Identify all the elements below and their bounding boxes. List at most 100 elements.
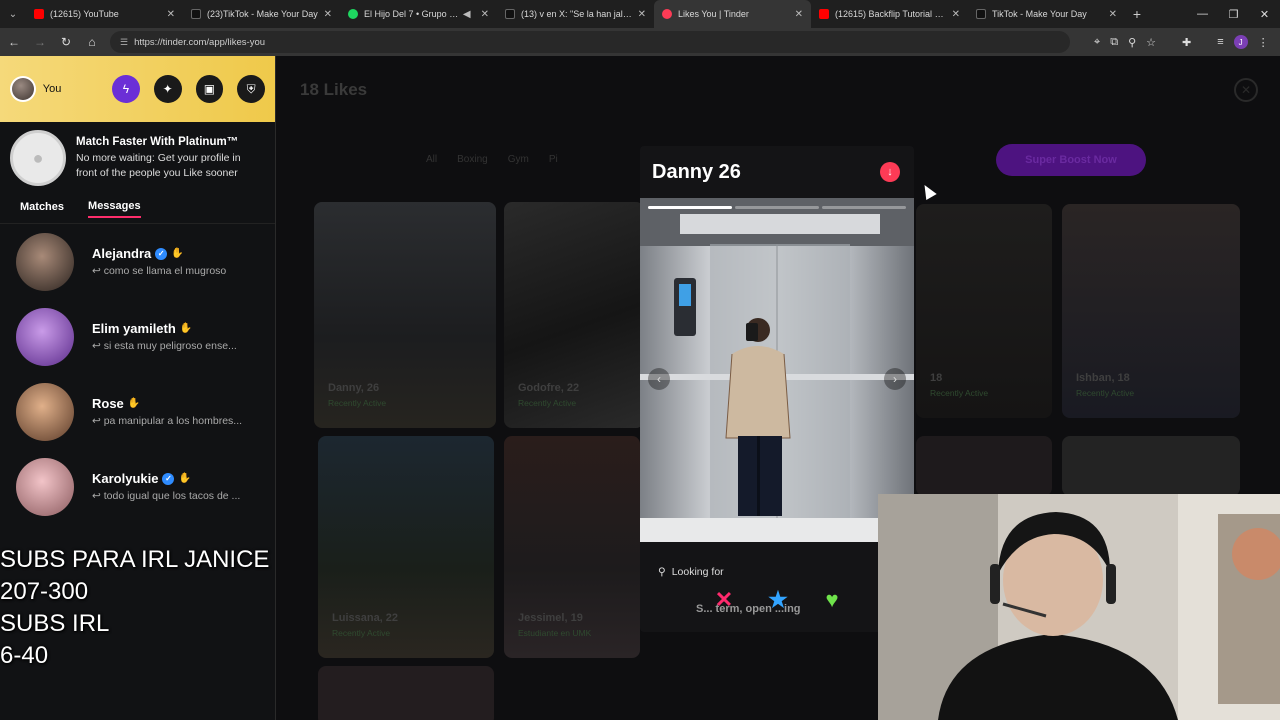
site-info-icon[interactable]: ☰	[120, 37, 128, 48]
card-status: Recently Active	[518, 398, 577, 408]
profile-avatar[interactable]: J	[1233, 35, 1248, 49]
forward-arrow-icon[interactable]: →	[28, 30, 52, 54]
card-caption: Jessimel, 19	[518, 612, 583, 624]
browser-tab[interactable]: (23)TikTok - Make Your Day ✕	[183, 0, 340, 28]
browser-tab[interactable]: TikTok - Make Your Day ✕	[968, 0, 1125, 28]
previous-photo-arrow-icon[interactable]: ‹	[648, 368, 670, 390]
nope-x-icon[interactable]: ✕	[710, 586, 738, 614]
explore-compass-icon[interactable]: ✦	[153, 75, 182, 103]
contact-name: Alejandra	[92, 246, 152, 261]
reload-icon[interactable]: ↻	[54, 30, 78, 54]
avatar	[16, 232, 74, 291]
extensions-icon[interactable]: ✚	[1182, 36, 1191, 49]
user-avatar[interactable]	[10, 76, 36, 102]
message-preview: como se llama el mugroso	[103, 265, 227, 277]
speaker-icon[interactable]: ◀	[463, 9, 471, 20]
filter-chip[interactable]: Pi	[549, 154, 558, 165]
tab-search-icon[interactable]: ⌄	[0, 0, 26, 28]
like-card[interactable]: Godofre, 22 Recently Active	[504, 202, 644, 428]
browser-tab[interactable]: (12615) YouTube ✕	[26, 0, 183, 28]
close-tab-icon[interactable]: ✕	[1109, 9, 1117, 20]
browser-menu-icon[interactable]: ⋮	[1258, 36, 1269, 49]
tab-title: (13) v en X: "Se la han jalado c	[521, 9, 634, 19]
close-icon[interactable]: ✕	[1234, 78, 1258, 102]
card-status: Recently Active	[332, 628, 391, 638]
user-name[interactable]: You	[43, 83, 112, 95]
minimize-icon[interactable]: —	[1187, 0, 1218, 28]
swipe-actions: ✕ ★ ♥	[710, 586, 846, 614]
restore-icon[interactable]: ❐	[1218, 0, 1249, 28]
super-like-star-icon[interactable]: ★	[764, 586, 792, 614]
like-card[interactable]: Danny, 26 Recently Active	[314, 202, 496, 428]
like-card[interactable]: Luissana, 22 Recently Active	[318, 436, 494, 658]
like-card[interactable]	[916, 436, 1052, 496]
filter-chip[interactable]: All	[426, 154, 437, 165]
message-item[interactable]: Elim yamileth ✋ ↩ si esta muy peligroso e…	[0, 299, 275, 374]
hand-emoji-icon: ✋	[178, 473, 191, 484]
url-field[interactable]: ☰ https://tinder.com/app/likes-you	[110, 31, 1070, 53]
tiktok-favicon-icon	[976, 9, 986, 19]
bookmark-star-icon[interactable]: ☆	[1146, 36, 1156, 49]
youtube-favicon-icon	[34, 9, 44, 19]
overlay-line: SUBS IRL	[0, 610, 110, 637]
home-icon[interactable]: ⌂	[80, 30, 104, 54]
message-preview: si esta muy peligroso ense...	[103, 340, 237, 352]
browser-tab[interactable]: (12615) Backflip Tutorial 🔥 Ap ✕	[811, 0, 968, 28]
back-arrow-icon[interactable]: ←	[2, 30, 26, 54]
browser-tab[interactable]: (13) v en X: "Se la han jalado c ✕	[497, 0, 654, 28]
browser-tab-active[interactable]: Likes You | Tinder ✕	[654, 0, 811, 28]
install-app-icon[interactable]: ⧉	[1110, 36, 1118, 49]
like-card[interactable]: Jessimel, 19 Estudiante en UMK	[504, 436, 640, 658]
location-icon[interactable]: ⌖	[1094, 36, 1100, 49]
profile-photo[interactable]: ‹ ›	[640, 198, 914, 542]
close-tab-icon[interactable]: ✕	[481, 9, 489, 20]
promo-description: No more waiting: Get your profile in fro…	[76, 152, 241, 179]
platinum-promo[interactable]: ● Match Faster With Platinum™ No more wa…	[0, 122, 275, 194]
tab-messages[interactable]: Messages	[88, 200, 141, 218]
close-tab-icon[interactable]: ✕	[952, 9, 960, 20]
webcam-overlay	[878, 494, 1280, 720]
tab-matches[interactable]: Matches	[20, 201, 64, 217]
platinum-ring-icon: ●	[10, 130, 66, 186]
message-item[interactable]: Rose ✋ ↩ pa manipular a los hombres...	[0, 374, 275, 449]
next-photo-arrow-icon[interactable]: ›	[884, 368, 906, 390]
collapse-profile-arrow-icon[interactable]: ↓	[880, 162, 900, 182]
promo-title: Match Faster With Platinum™	[76, 136, 239, 149]
close-tab-icon[interactable]: ✕	[167, 9, 175, 20]
contact-name: Karolyukie	[92, 471, 159, 486]
close-window-icon[interactable]: ✕	[1249, 0, 1280, 28]
card-caption: Ishban, 18	[1076, 372, 1130, 384]
sidebar-header: You ϟ ✦ ▣ ⛨	[0, 56, 275, 122]
boost-lightning-icon[interactable]: ϟ	[112, 75, 140, 103]
new-tab-button[interactable]: +	[1125, 6, 1149, 22]
like-card[interactable]: Ishban, 18 Recently Active	[1062, 204, 1240, 418]
overlay-line: 207-300	[0, 578, 89, 605]
address-bar-row: ← → ↻ ⌂ ☰ https://tinder.com/app/likes-y…	[0, 28, 1280, 56]
message-item[interactable]: Karolyukie ✓ ✋ ↩ todo igual que los tacos …	[0, 449, 275, 524]
close-tab-icon[interactable]: ✕	[795, 9, 803, 20]
overlay-line: 6-40	[0, 642, 49, 669]
verified-badge-icon: ✓	[155, 247, 168, 260]
message-item[interactable]: Alejandra ✓ ✋ ↩ como se llama el mugroso	[0, 224, 275, 299]
like-card[interactable]	[318, 666, 494, 720]
elevator-selfie-image	[640, 198, 914, 542]
super-boost-button[interactable]: Super Boost Now	[996, 144, 1146, 176]
browser-tab[interactable]: El Hijo Del 7 • Grupo 360 ◀ ✕	[340, 0, 497, 28]
avatar	[16, 307, 74, 366]
filter-chip[interactable]: Gym	[508, 154, 529, 165]
like-card[interactable]	[1062, 436, 1240, 496]
close-tab-icon[interactable]: ✕	[324, 9, 332, 20]
like-heart-icon[interactable]: ♥	[818, 586, 846, 614]
streamer-webcam-image	[878, 494, 1280, 720]
safety-shield-icon[interactable]: ⛨	[237, 75, 265, 103]
photo-progress-segment	[822, 206, 906, 209]
like-card[interactable]: 18 Recently Active	[916, 204, 1052, 418]
photo-progress-segment	[648, 206, 732, 209]
tab-title: (23)TikTok - Make Your Day	[207, 9, 318, 19]
briefcase-icon[interactable]: ▣	[195, 75, 224, 103]
zoom-icon[interactable]: ⚲	[1128, 36, 1136, 49]
card-caption: 18	[930, 372, 943, 384]
close-tab-icon[interactable]: ✕	[638, 9, 646, 20]
media-controls-icon[interactable]: ≡	[1217, 36, 1223, 48]
filter-chip[interactable]: Boxing	[457, 154, 488, 165]
